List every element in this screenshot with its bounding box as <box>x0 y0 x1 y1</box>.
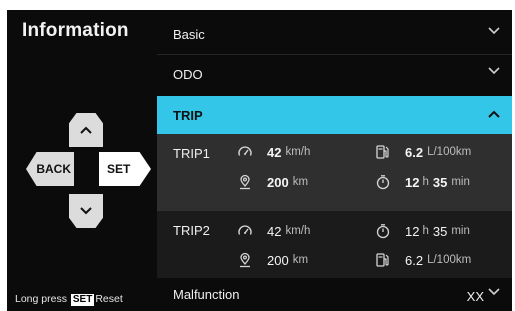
time-hours: 12 <box>405 223 420 239</box>
menu-item-trip[interactable]: TRIP <box>157 96 512 134</box>
time-hours-unit: h <box>422 225 429 237</box>
fuel-pump-icon <box>376 145 389 159</box>
chevron-up-icon <box>80 126 92 134</box>
fuel-unit: L/100km <box>427 254 472 266</box>
back-button[interactable]: BACK <box>26 152 74 186</box>
fuel-value: 6.2 <box>405 252 424 268</box>
trip1-time: 12 h 35 min <box>375 174 470 190</box>
time-hours-unit: h <box>422 176 429 188</box>
chevron-down-icon <box>80 207 92 215</box>
dpad-down-button[interactable] <box>69 194 103 228</box>
speed-value: 42 <box>267 223 282 239</box>
menu-item-label: Basic <box>173 26 205 42</box>
distance-unit: km <box>292 176 309 188</box>
hint-prefix: Long press <box>15 293 67 305</box>
reset-hint: Long press SET Reset <box>15 293 123 306</box>
trip1-distance: 200 km <box>237 174 308 190</box>
chevron-up-icon <box>488 110 500 118</box>
speedometer-icon <box>238 225 252 235</box>
trip2-speed: 42 km/h <box>237 223 310 239</box>
stopwatch-icon <box>376 224 390 239</box>
speed-unit: km/h <box>285 146 311 158</box>
distance-value: 200 <box>267 174 289 190</box>
page-title: Information <box>22 20 129 41</box>
trip1-speed: 42 km/h <box>237 144 310 160</box>
trip1-fuel: 6.2 L/100km <box>375 144 471 160</box>
fuel-unit: L/100km <box>427 146 472 158</box>
fuel-pump-icon <box>376 253 389 267</box>
set-button-label: SET <box>107 162 131 176</box>
distance-unit: km <box>292 254 309 266</box>
info-screen: Information BACK SET Long press SET Reset… <box>7 10 512 311</box>
trip1-panel: TRIP1 42 km/h 200 km 6.2 L/100km 12 h 35 <box>157 134 512 211</box>
hint-key: SET <box>70 294 95 306</box>
location-pin-icon <box>240 174 250 190</box>
time-minutes-unit: min <box>451 225 470 237</box>
malfunction-value: XX <box>466 289 484 304</box>
fuel-value: 6.2 <box>405 144 424 160</box>
trip2-distance: 200 km <box>237 252 308 268</box>
menu-item-label: Malfunction <box>173 287 240 302</box>
time-minutes-unit: min <box>451 176 470 188</box>
menu-item-label: TRIP <box>173 107 203 123</box>
menu-item-malfunction[interactable]: Malfunction XX <box>157 278 512 311</box>
chevron-down-icon <box>488 288 500 296</box>
time-hours: 12 <box>405 174 420 190</box>
time-minutes: 35 <box>432 223 448 239</box>
location-pin-icon <box>240 252 250 268</box>
hint-suffix: Reset <box>95 293 123 305</box>
trip2-time: 12 h 35 min <box>375 223 470 239</box>
chevron-down-icon <box>488 67 500 75</box>
menu-item-odo[interactable]: ODO <box>157 54 512 94</box>
time-minutes: 35 <box>432 174 448 190</box>
trip2-panel: TRIP2 42 km/h 200 km 12 h 35 min 6.2 L/1… <box>157 211 512 278</box>
back-button-label: BACK <box>36 162 71 176</box>
trip-name: TRIP2 <box>173 223 210 238</box>
speedometer-icon <box>238 146 252 156</box>
trip2-fuel: 6.2 L/100km <box>375 252 471 268</box>
set-button[interactable]: SET <box>99 152 151 186</box>
distance-value: 200 <box>267 252 289 268</box>
speed-unit: km/h <box>285 225 311 237</box>
dpad: BACK SET <box>21 108 156 236</box>
menu-item-basic[interactable]: Basic <box>157 14 512 54</box>
speed-value: 42 <box>267 144 282 160</box>
stopwatch-icon <box>376 175 390 190</box>
dpad-up-button[interactable] <box>69 113 103 147</box>
chevron-down-icon <box>488 27 500 35</box>
menu-item-label: ODO <box>173 66 203 82</box>
trip-name: TRIP1 <box>173 146 210 161</box>
